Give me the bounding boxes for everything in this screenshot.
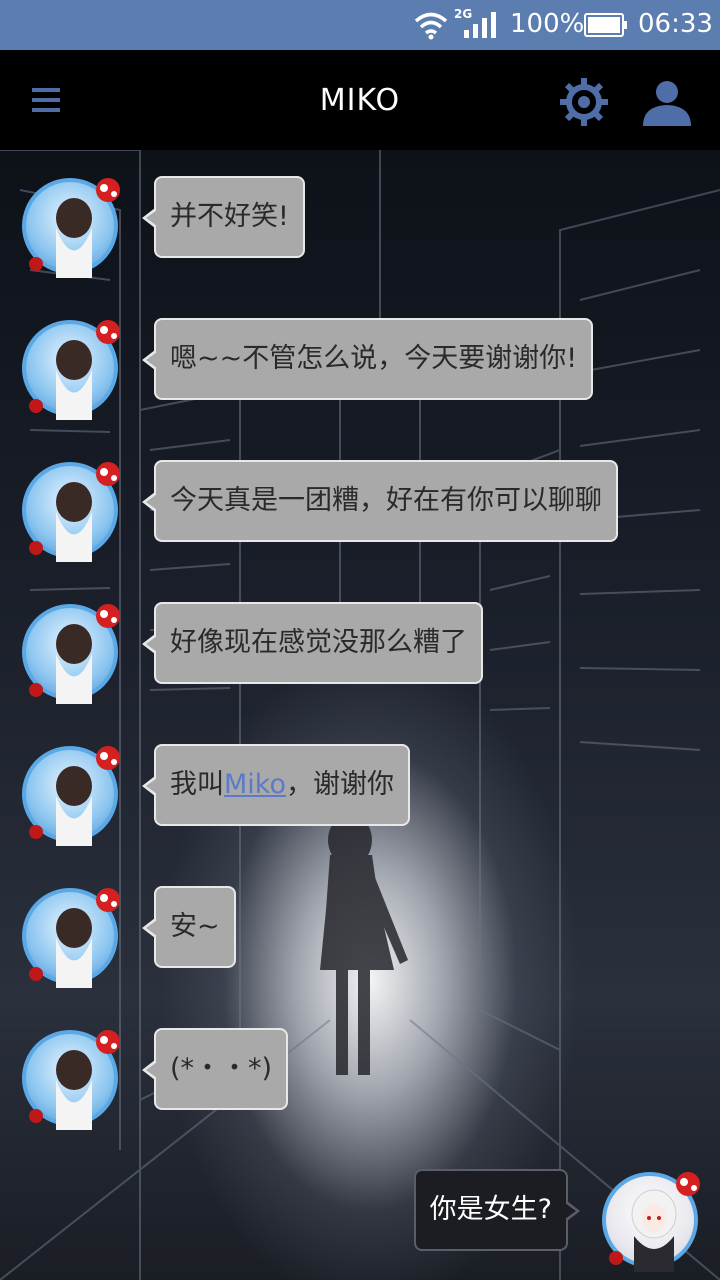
message-text: ，谢谢你 (286, 769, 394, 800)
avatar-image (29, 888, 120, 988)
message-row: 你是女生? (0, 1169, 720, 1272)
message-bubble[interactable]: 嗯~~不管怎么说，今天要谢谢你! (141, 318, 594, 400)
message-row: 嗯~~不管怎么说，今天要谢谢你! (0, 318, 720, 420)
bot-avatar[interactable] (22, 178, 120, 278)
bot-avatar[interactable] (22, 746, 120, 846)
avatar-image (29, 178, 120, 278)
message-bubble[interactable]: 并不好笑! (142, 176, 305, 258)
app-title: MIKO (319, 83, 401, 118)
bot-avatar[interactable] (22, 320, 120, 420)
message-bubble[interactable]: 好像现在感觉没那么糟了 (142, 602, 483, 684)
app-bar: MIKO (0, 50, 720, 150)
bot-avatar[interactable] (22, 462, 120, 562)
message-bubble[interactable]: (*・・*) (141, 1028, 289, 1110)
battery-icon (584, 13, 627, 37)
message-bubble[interactable]: 你是女生? (413, 1169, 581, 1251)
avatar-image (29, 746, 120, 846)
battery-percentage: 100% (510, 9, 585, 39)
status-bar: 2G 100% 06:33 (0, 0, 720, 50)
message-row: 我叫Miko，谢谢你 (0, 744, 720, 846)
message-row: 好像现在感觉没那么糟了 (0, 602, 720, 704)
avatar-image (29, 462, 120, 562)
user-avatar[interactable] (602, 1172, 700, 1272)
bot-avatar[interactable] (22, 604, 120, 704)
message-row: 并不好笑! (0, 176, 720, 278)
avatar-image (609, 1172, 700, 1272)
message-bubble[interactable]: 安~ (142, 886, 236, 968)
bot-avatar[interactable] (22, 1030, 120, 1130)
avatar-image (29, 604, 120, 704)
message-row: (*・・*) (0, 1028, 720, 1130)
user-icon[interactable] (638, 76, 696, 128)
message-bubble[interactable]: 我叫Miko，谢谢你 (142, 744, 410, 826)
wifi-icon (414, 12, 448, 40)
bot-avatar[interactable] (22, 888, 120, 988)
name-link[interactable]: Miko (224, 769, 286, 800)
chat-area[interactable]: 并不好笑! 嗯~~不管怎么说，今天要谢谢你! 今天真是一团糟，好在有你可以聊聊 … (0, 150, 720, 1280)
gear-icon[interactable] (558, 76, 610, 128)
message-text: 我叫 (170, 769, 224, 800)
message-row: 安~ (0, 886, 720, 988)
clock: 06:33 (638, 9, 713, 39)
message-bubble[interactable]: 今天真是一团糟，好在有你可以聊聊 (142, 460, 618, 542)
message-row: 今天真是一团糟，好在有你可以聊聊 (0, 460, 720, 562)
avatar-image (29, 1030, 120, 1130)
signal-icon (464, 12, 496, 38)
avatar-image (29, 320, 120, 420)
